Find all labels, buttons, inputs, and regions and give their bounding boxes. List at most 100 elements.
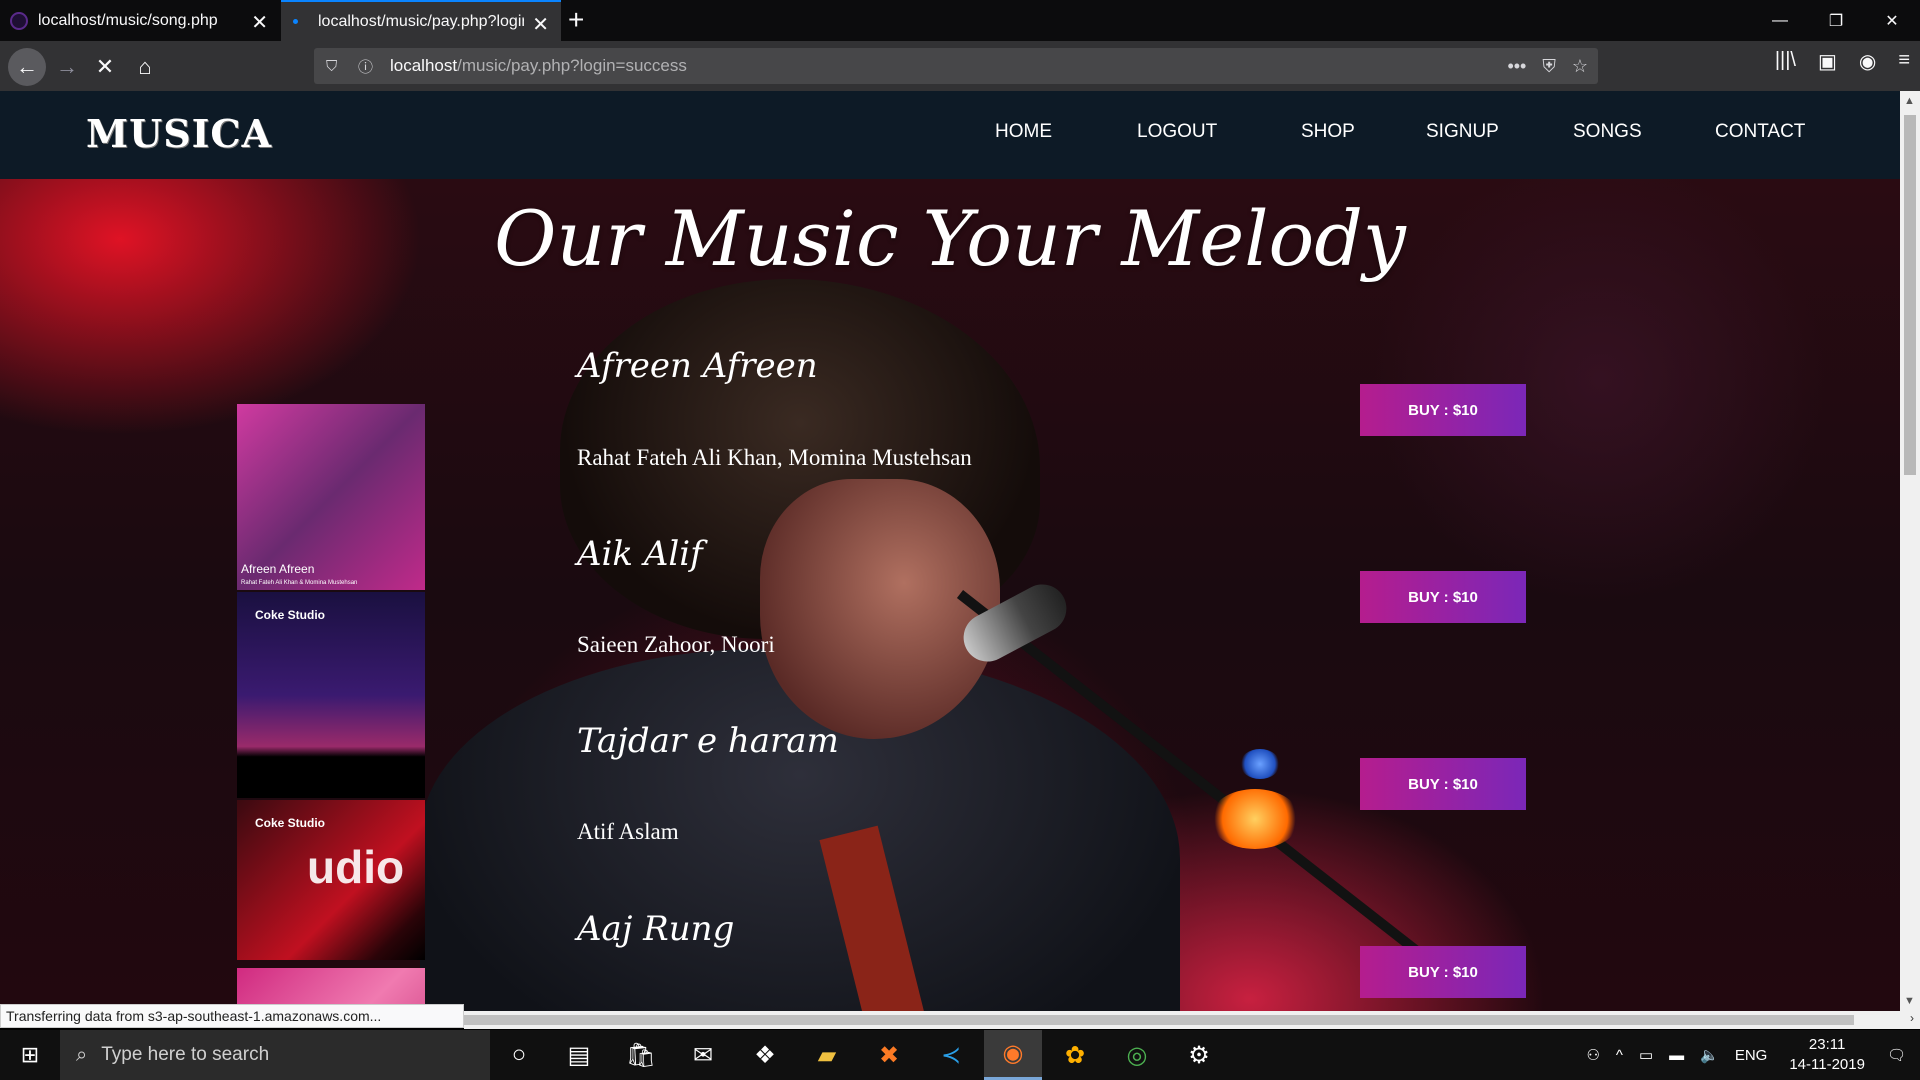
site-favicon-icon	[10, 11, 28, 30]
volume-icon[interactable]: 🔈	[1700, 1046, 1719, 1064]
firefox-icon[interactable]: ◉	[984, 1030, 1042, 1080]
scrollbar-thumb[interactable]	[464, 1015, 1854, 1025]
home-icon[interactable]: ⌂	[128, 50, 162, 84]
clock[interactable]: 23:11 14-11-2019	[1789, 1035, 1865, 1075]
scroll-up-icon[interactable]: ▲	[1904, 95, 1915, 107]
nav-shop[interactable]: SHOP	[1301, 121, 1355, 143]
song-artist: Atif Aslam	[577, 819, 679, 844]
song-title: Aaj Rung	[577, 909, 735, 949]
stop-icon[interactable]: ✕	[88, 50, 122, 84]
taskbar-search[interactable]: ⌕ Type here to search	[60, 1030, 490, 1080]
song-title: Afreen Afreen	[577, 346, 818, 386]
nav-songs[interactable]: SONGS	[1573, 121, 1642, 143]
thumbnail-overlay-text: udio	[307, 841, 405, 893]
song-title: Aik Alif	[577, 534, 703, 574]
people-icon[interactable]: ⚇	[1586, 1046, 1599, 1064]
url-actions: ••• ⛨ ☆	[1507, 48, 1588, 84]
menu-icon[interactable]: ≡	[1898, 49, 1910, 74]
song-title: Tajdar e haram	[577, 721, 839, 761]
nav-logout[interactable]: LOGOUT	[1137, 121, 1217, 143]
thumbnail-tajdar[interactable]: Coke Studio udio	[237, 800, 425, 960]
thumbnail-studio-label: Coke Studio	[255, 816, 326, 830]
horizontal-scrollbar[interactable]: ›	[464, 1011, 1920, 1029]
buy-button[interactable]: BUY : $10	[1360, 758, 1526, 810]
clock-date: 14-11-2019	[1789, 1056, 1865, 1073]
taskbar: ⊞ ⌕ Type here to search ○ ▤ 🛍 ✉ ❖ ▰ ✖ ≺ …	[0, 1030, 1920, 1080]
hero-title: Our Music Your Melody	[494, 194, 1406, 283]
forward-icon[interactable]: →	[50, 50, 84, 84]
scrollbar-thumb[interactable]	[1904, 115, 1916, 475]
pocket-icon[interactable]: ⛨	[1542, 56, 1556, 77]
search-placeholder: Type here to search	[101, 1044, 270, 1065]
library-icon[interactable]: |||\	[1775, 49, 1796, 74]
task-view-icon[interactable]: ▤	[550, 1030, 608, 1080]
minimize-icon[interactable]: —	[1752, 0, 1808, 41]
bokeh-light	[1240, 749, 1280, 779]
url-bar[interactable]: ⛉ ⓘ localhost/music/pay.php?login=succes…	[314, 48, 1598, 84]
site-logo[interactable]: MUSICA	[86, 111, 272, 156]
song-artist: Rahat Fateh Ali Khan, Momina Mustehsan	[577, 445, 972, 470]
toolbar-right: |||\ ▣ ◉ ≡	[1775, 49, 1910, 74]
buy-button[interactable]: BUY : $10	[1360, 946, 1526, 998]
restore-icon[interactable]: ❐	[1808, 0, 1864, 41]
account-icon[interactable]: ◉	[1859, 49, 1876, 74]
close-tab-icon[interactable]: ✕	[251, 10, 268, 35]
page-viewport: Our Music Your Melody Afreen Afreen Raha…	[0, 91, 1900, 1011]
more-icon[interactable]: •••	[1507, 56, 1526, 77]
search-icon: ⌕	[76, 1043, 88, 1066]
thumbnail-aik-alif[interactable]: Coke Studio	[237, 592, 425, 798]
clock-time: 23:11	[1808, 1036, 1846, 1053]
notifications-icon[interactable]: 🗨	[1887, 1046, 1906, 1064]
thumbnail-caption: Afreen Afreen	[241, 562, 315, 576]
thumbnail-afreen[interactable]: Afreen Afreen Rahat Fateh Ali Khan & Mom…	[237, 404, 425, 590]
site-header: MUSICA HOME LOGOUT SHOP SIGNUP SONGS CON…	[0, 91, 1900, 179]
sidebar-icon[interactable]: ▣	[1818, 49, 1837, 74]
nav-signup[interactable]: SIGNUP	[1426, 121, 1499, 143]
cortana-icon[interactable]: ○	[490, 1030, 548, 1080]
tab-pay[interactable]: localhost/music/pay.php?login=success ✕	[281, 0, 561, 41]
scroll-down-icon[interactable]: ▼	[1904, 995, 1915, 1007]
info-icon[interactable]: ⓘ	[358, 56, 380, 77]
star-icon[interactable]: ☆	[1572, 56, 1588, 77]
url-path: /music/pay.php?login=success	[457, 56, 687, 75]
thumbnail-studio-label: Coke Studio	[255, 608, 326, 622]
window-controls: — ❐ ✕	[1752, 0, 1920, 41]
chevron-up-icon[interactable]: ^	[1616, 1047, 1623, 1064]
dropbox-icon[interactable]: ❖	[736, 1030, 794, 1080]
nav-home[interactable]: HOME	[995, 121, 1052, 143]
network-icon[interactable]: ▭	[1639, 1046, 1653, 1064]
battery-icon[interactable]: ▬	[1669, 1047, 1684, 1064]
loading-dot-icon	[293, 19, 298, 24]
bokeh-light	[1210, 789, 1300, 849]
app-icon[interactable]: ✿	[1046, 1030, 1104, 1080]
status-bar: Transferring data from s3-ap-southeast-1…	[0, 1004, 464, 1028]
scroll-right-icon[interactable]: ›	[1910, 1011, 1914, 1025]
url-host: localhost	[390, 56, 458, 75]
tab-strip: localhost/music/song.php ✕ localhost/mus…	[0, 0, 1920, 41]
song-artist: Saieen Zahoor, Noori	[577, 632, 775, 657]
buy-button[interactable]: BUY : $10	[1360, 384, 1526, 436]
nav-contact[interactable]: CONTACT	[1715, 121, 1805, 143]
xampp-icon[interactable]: ✖	[860, 1030, 918, 1080]
new-tab-icon[interactable]: +	[568, 4, 584, 36]
file-explorer-icon[interactable]: ▰	[798, 1030, 856, 1080]
windows-start-icon[interactable]: ⊞	[0, 1030, 60, 1080]
vertical-scrollbar[interactable]: ▲ ▼	[1900, 91, 1920, 1011]
mail-icon[interactable]: ✉	[674, 1030, 732, 1080]
hero-background: Our Music Your Melody Afreen Afreen Raha…	[0, 179, 1900, 1011]
close-tab-icon[interactable]: ✕	[532, 12, 549, 37]
close-window-icon[interactable]: ✕	[1864, 0, 1920, 41]
language-indicator[interactable]: ENG	[1735, 1047, 1768, 1064]
vscode-icon[interactable]: ≺	[922, 1030, 980, 1080]
tab-song[interactable]: localhost/music/song.php ✕	[0, 0, 280, 41]
buy-button[interactable]: BUY : $10	[1360, 571, 1526, 623]
system-tray: ⚇ ^ ▭ ▬ 🔈 ENG 23:11 14-11-2019 🗨	[1578, 1030, 1920, 1080]
back-icon[interactable]: ←	[8, 48, 46, 86]
chrome-icon[interactable]: ◎	[1108, 1030, 1166, 1080]
thumbnail-subcaption: Rahat Fateh Ali Khan & Momina Mustehsan	[241, 580, 358, 586]
navigation-toolbar: ← → ✕ ⌂ ⛉ ⓘ localhost/music/pay.php?logi…	[0, 41, 1920, 91]
shield-icon[interactable]: ⛉	[326, 58, 346, 75]
tab-title: localhost/music/song.php	[38, 11, 218, 29]
settings-icon[interactable]: ⚙	[1170, 1030, 1228, 1080]
store-icon[interactable]: 🛍	[612, 1030, 670, 1080]
